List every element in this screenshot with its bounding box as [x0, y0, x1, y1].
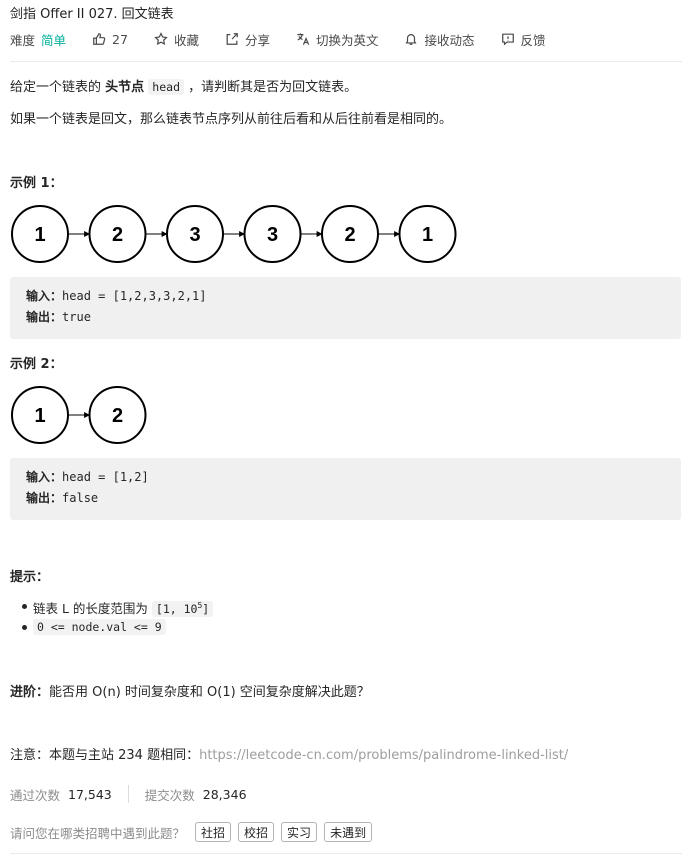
- hint-code-pre: [1, 10: [155, 601, 198, 616]
- list-node-value: 3: [189, 224, 200, 246]
- advanced-label: 进阶：: [10, 685, 50, 700]
- input-label: 输入：: [26, 470, 63, 484]
- list-node-value: 3: [267, 224, 278, 246]
- accepted-label: 通过次数: [10, 787, 61, 803]
- list-node-value: 1: [34, 405, 45, 427]
- survey-question: 请问您在哪类招聘中遇到此题？: [10, 825, 186, 841]
- advanced-text: 能否用 O(n) 时间复杂度和 O(1) 空间复杂度解决此题？: [49, 685, 370, 700]
- note-text: 注意：本题与主站 234 题相同：: [10, 748, 200, 763]
- input-value: head = [1,2]: [62, 470, 149, 484]
- difficulty: 难度 简单: [10, 30, 66, 49]
- survey-option-intern[interactable]: 实习: [281, 822, 318, 842]
- problem-title: 剑指 Offer II 027. 回文链表: [10, 7, 174, 22]
- survey-option-social[interactable]: 社招: [195, 822, 232, 842]
- list-node-value: 2: [112, 224, 123, 246]
- advanced-paragraph: 进阶：能否用 O(n) 时间复杂度和 O(1) 空间复杂度解决此题？: [10, 681, 370, 700]
- thumbs-up-icon: [93, 33, 106, 45]
- footer-divider: [10, 853, 682, 854]
- hint-item: 0 <= node.val <= 9: [21, 616, 213, 637]
- submission-stats: 通过次数 17,543 提交次数 28,346: [10, 784, 247, 804]
- submitted-value: 28,346: [202, 786, 247, 802]
- desc-code: head: [148, 79, 184, 95]
- submitted-label: 提交次数: [144, 787, 195, 803]
- example-2-linked-list: 12: [11, 386, 147, 444]
- example-2-heading: 示例 2：: [10, 357, 63, 372]
- interview-survey: 请问您在哪类招聘中遇到此题？ 社招 校招 实习 未遇到: [10, 822, 379, 842]
- switch-language-button[interactable]: 切换为英文: [296, 30, 379, 49]
- desc-bold: 头节点: [105, 80, 145, 95]
- header-divider: [10, 61, 682, 62]
- output-label: 输出：: [26, 491, 63, 505]
- example-1-heading: 示例 1：: [10, 176, 63, 191]
- translate-icon: [297, 33, 310, 45]
- like-count: 27: [112, 31, 128, 47]
- input-value: head = [1,2,3,3,2,1]: [62, 289, 207, 303]
- subscribe-button[interactable]: 接收动态: [404, 30, 475, 49]
- hint-item: 链表 L 的长度范围为 [1, 105]: [21, 595, 214, 617]
- bell-icon: [405, 34, 418, 45]
- output-value: true: [62, 310, 91, 324]
- list-node-value: 1: [34, 224, 45, 246]
- feedback-label: 反馈: [520, 32, 546, 48]
- example-1-code-block: 输入：head = [1,2,3,3,2,1] 输出：true: [10, 277, 681, 339]
- input-label: 输入：: [26, 289, 63, 303]
- share-icon: [226, 33, 238, 45]
- hints-heading: 提示：: [10, 570, 50, 585]
- feedback-icon: [501, 33, 514, 46]
- like-button[interactable]: 27: [92, 32, 128, 47]
- desc-text: 给定一个链表的: [10, 80, 106, 95]
- hints-list: 链表 L 的长度范围为 [1, 105] 0 <= node.val <= 9: [21, 595, 214, 637]
- switch-language-label: 切换为英文: [315, 32, 379, 48]
- output-label: 输出：: [26, 310, 63, 324]
- hint-text: 链表 L 的长度范围为: [33, 600, 152, 616]
- list-node-value: 1: [422, 224, 433, 246]
- feedback-button[interactable]: 反馈: [501, 30, 546, 49]
- hint-code: [1, 105]: [151, 600, 214, 617]
- favorite-label: 收藏: [173, 32, 199, 48]
- example-2-code-block: 输入：head = [1,2] 输出：false: [10, 458, 681, 520]
- survey-option-campus[interactable]: 校招: [238, 822, 275, 842]
- difficulty-value: 简单: [41, 32, 67, 48]
- hint-code: 0 <= node.val <= 9: [33, 619, 166, 635]
- stats-separator: [127, 785, 129, 803]
- description-paragraph-1: 给定一个链表的 头节点 head ，请判断其是否为回文链表。: [10, 76, 357, 95]
- note-link[interactable]: https://leetcode-cn.com/problems/palindr…: [199, 748, 568, 763]
- desc-text-post: ，请判断其是否为回文链表。: [184, 80, 358, 95]
- list-node-value: 2: [112, 405, 123, 427]
- star-icon: [154, 32, 168, 46]
- favorite-button[interactable]: 收藏: [154, 30, 199, 49]
- share-button[interactable]: 分享: [225, 30, 270, 49]
- survey-option-none[interactable]: 未遇到: [324, 822, 373, 842]
- list-node-value: 2: [344, 224, 355, 246]
- share-label: 分享: [244, 32, 270, 48]
- accepted-value: 17,543: [68, 786, 112, 802]
- example-1-linked-list: 1 2 3 3 2 1: [11, 205, 457, 263]
- subscribe-label: 接收动态: [424, 32, 475, 48]
- note-paragraph: 注意：本题与主站 234 题相同：https://leetcode-cn.com…: [10, 744, 568, 763]
- difficulty-label: 难度: [10, 32, 36, 48]
- hint-code-post: ]: [202, 601, 210, 616]
- problem-meta-bar: 难度 简单 27 收藏 分享 切换为英文 接收动态 反馈: [10, 29, 546, 49]
- description-paragraph-2: 如果一个链表是回文，那么链表节点序列从前往后看和从后往前看是相同的。: [10, 112, 453, 127]
- output-value: false: [62, 491, 99, 505]
